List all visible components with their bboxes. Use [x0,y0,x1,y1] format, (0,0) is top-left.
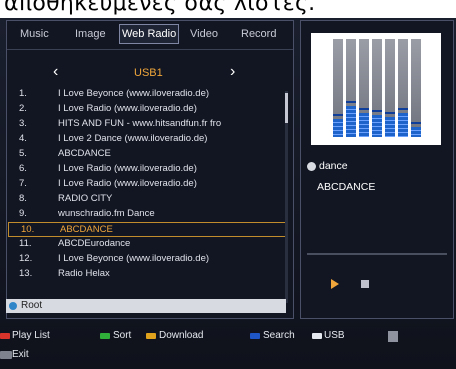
legend-search[interactable]: Search [250,330,310,342]
tab-web-radio[interactable]: Web Radio [119,24,180,44]
tab-divider [7,49,293,50]
legend-play-list[interactable]: Play List [0,330,70,342]
now-playing-station: ABCDANCE [317,181,376,193]
list-scrollbar-thumb[interactable] [285,93,288,123]
station-row[interactable]: 7. I Love Radio (www.iloveradio.de) [7,177,285,192]
caption-strip: αποθηκευμένες σας λίστες. [0,0,456,18]
station-row[interactable]: 13. Radio Helax [7,267,285,282]
station-row[interactable]: 8. RADIO CITY [7,192,285,207]
equalizer-bar [346,39,356,137]
tab-music[interactable]: Music [20,25,49,43]
root-bar[interactable]: Root [6,299,286,313]
station-row[interactable]: 9. wunschradio.fm Dance [7,207,285,222]
exit-key-icon [0,351,12,359]
station-row-selected[interactable]: 10. ABCDANCE [8,222,286,237]
equalizer-bar [359,39,369,137]
info-icon[interactable] [388,331,398,342]
legend-sort[interactable]: Sort [100,330,150,342]
file-browser-panel: Music Image Web Radio Video Record ‹ USB… [6,20,294,319]
playback-progress[interactable] [307,253,447,255]
red-key-icon [0,333,10,339]
play-icon[interactable] [331,279,339,289]
station-row[interactable]: 1. I Love Beyonce (www.iloveradio.de) [7,87,285,102]
genre-dot-icon [307,162,316,171]
station-row[interactable]: 6. I Love Radio (www.iloveradio.de) [7,162,285,177]
legend-exit[interactable]: Exit [0,349,50,361]
station-row[interactable]: 4. I Love 2 Dance (www.iloveradio.de) [7,132,285,147]
folder-dot-icon [9,302,17,310]
equalizer-bar [372,39,382,137]
tab-record[interactable]: Record [241,25,276,43]
equalizer-display [311,33,441,145]
genre-label: dance [319,160,348,172]
yellow-key-icon [146,333,156,339]
equalizer-bar [385,39,395,137]
blue-key-icon [250,333,260,339]
now-playing-panel: dance ABCDANCE [300,20,454,319]
media-player-screen: Music Image Web Radio Video Record ‹ USB… [0,18,456,369]
tab-video[interactable]: Video [190,25,218,43]
green-key-icon [100,333,110,339]
media-tabs: Music Image Web Radio Video Record [7,21,293,47]
equalizer-bar [333,39,343,137]
caption-text: αποθηκευμένες σας λίστες. [4,0,316,16]
legend-download[interactable]: Download [146,330,226,342]
station-row[interactable]: 11. ABCDEurodance [7,237,285,252]
station-row[interactable]: 5. ABCDANCE [7,147,285,162]
tab-image[interactable]: Image [75,25,106,43]
usb-key-icon [312,333,322,339]
folder-next-arrow-icon[interactable]: › [230,63,235,81]
legend-usb[interactable]: USB [312,330,362,342]
station-row[interactable]: 12. I Love Beyonce (www.iloveradio.de) [7,252,285,267]
folder-label: USB1 [134,67,163,79]
stop-icon[interactable] [361,280,369,288]
root-label: Root [21,300,43,311]
equalizer-bar [398,39,408,137]
station-row[interactable]: 3. HITS AND FUN - www.hitsandfun.fr fro [7,117,285,132]
station-row[interactable]: 2. I Love Radio (www.iloveradio.de) [7,102,285,117]
equalizer-bar [411,39,421,137]
folder-prev-arrow-icon[interactable]: ‹ [53,63,58,81]
